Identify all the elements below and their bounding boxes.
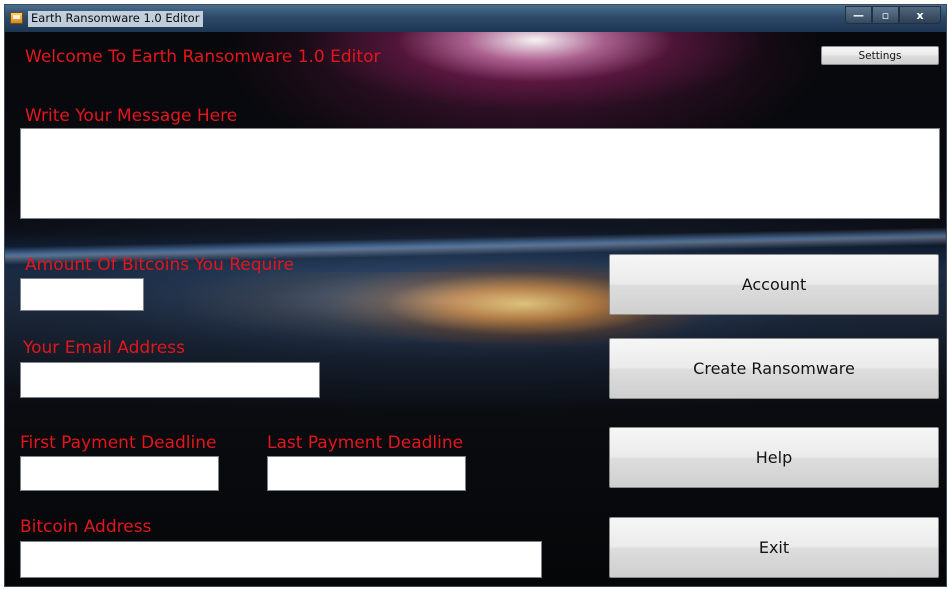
last-deadline-input[interactable] — [267, 456, 466, 491]
create-ransomware-button[interactable]: Create Ransomware — [609, 338, 939, 399]
minimize-icon: — — [853, 8, 864, 22]
maximize-button[interactable]: ▫ — [872, 6, 899, 24]
help-button[interactable]: Help — [609, 427, 939, 488]
bitcoin-amount-input[interactable] — [20, 278, 144, 311]
window-title: Earth Ransomware 1.0 Editor — [28, 11, 204, 27]
maximize-icon: ▫ — [881, 8, 890, 22]
first-deadline-label: First Payment Deadline — [20, 433, 217, 453]
bitcoin-address-input[interactable] — [20, 541, 542, 578]
bitcoin-amount-label: Amount Of Bitcoins You Require — [25, 255, 295, 275]
last-deadline-label: Last Payment Deadline — [267, 433, 464, 453]
email-input[interactable] — [20, 362, 320, 398]
editor-window: Earth Ransomware 1.0 Editor — ▫ x Welcom… — [4, 4, 947, 587]
minimize-button[interactable]: — — [845, 6, 872, 24]
title-bar[interactable]: Earth Ransomware 1.0 Editor — ▫ x — [5, 5, 946, 33]
email-label: Your Email Address — [23, 338, 185, 358]
close-icon: x — [916, 8, 924, 22]
settings-button[interactable]: Settings — [821, 46, 939, 65]
welcome-title: Welcome To Earth Ransomware 1.0 Editor — [25, 47, 381, 67]
first-deadline-input[interactable] — [20, 456, 219, 491]
app-icon — [10, 12, 23, 24]
caption-buttons: — ▫ x — [845, 6, 941, 24]
bitcoin-address-label: Bitcoin Address — [20, 517, 152, 537]
close-button[interactable]: x — [899, 6, 941, 24]
message-textarea[interactable] — [20, 128, 940, 219]
editor-client-area: Welcome To Earth Ransomware 1.0 Editor S… — [5, 32, 946, 586]
account-button[interactable]: Account — [609, 254, 939, 315]
message-label: Write Your Message Here — [25, 106, 238, 126]
exit-button[interactable]: Exit — [609, 517, 939, 578]
